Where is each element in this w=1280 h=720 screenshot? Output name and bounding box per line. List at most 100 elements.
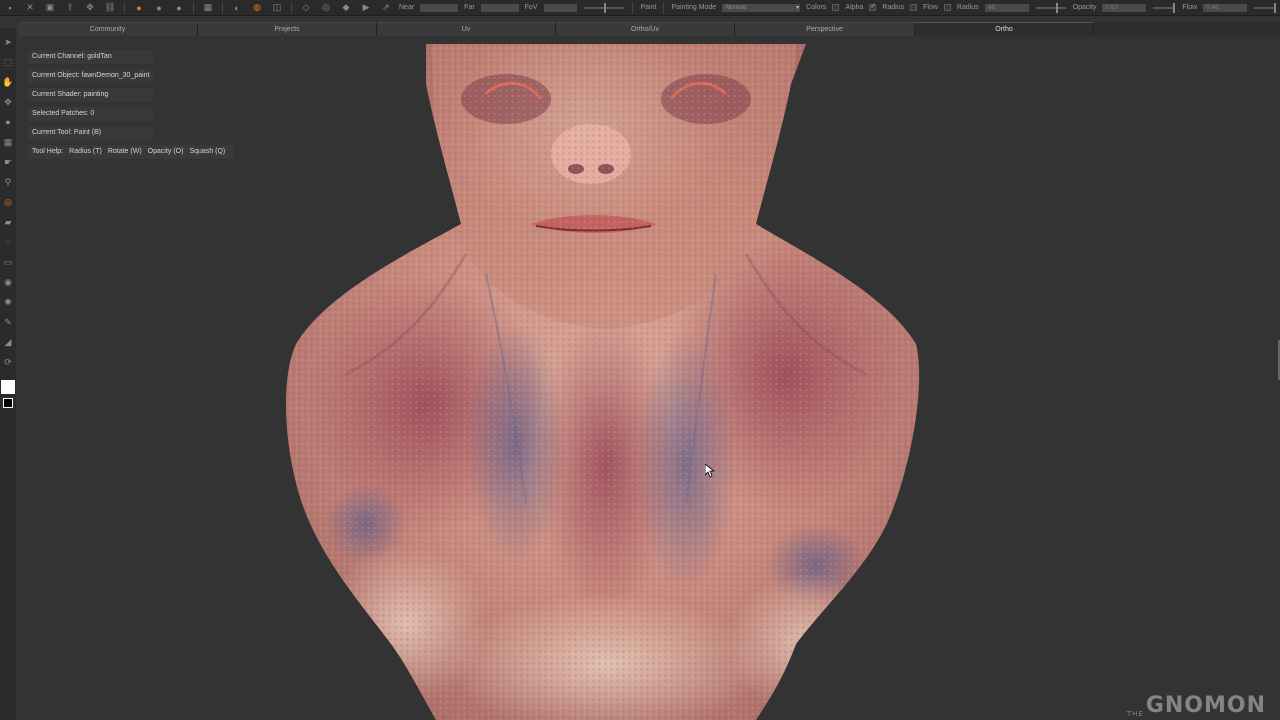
far-label: Far xyxy=(464,4,475,11)
far-field[interactable] xyxy=(479,2,520,13)
paint-label: Paint xyxy=(640,4,657,11)
help-opacity: Opacity (O) xyxy=(147,148,184,155)
toolbar-divider xyxy=(291,1,292,14)
pan-icon[interactable]: ✋ xyxy=(1,75,15,89)
toolbar-divider xyxy=(222,1,223,14)
flow-value-label: Flow xyxy=(1182,4,1198,11)
mouse-cursor-icon xyxy=(705,464,715,478)
blur-icon[interactable]: ✺ xyxy=(1,295,15,309)
mari-window: ▪ ✕ ▣ ⇪ ✥ ⛓ ● ● ● ▦ ◐ ◍ ◫ ◇ ◎ ◆ ▶ ⇗ Near… xyxy=(0,0,1280,720)
export-icon[interactable]: ⇪ xyxy=(63,2,77,14)
colors-label: Colors xyxy=(806,4,827,11)
fov-label: FoV xyxy=(524,4,538,11)
close-file-icon[interactable]: ✕ xyxy=(23,2,37,14)
painting-mode-dropdown[interactable]: Normal ▾ xyxy=(721,2,802,13)
selected-patches-readout: Selected Patches: 0 xyxy=(28,107,153,121)
shaded-sphere-icon[interactable]: ● xyxy=(152,2,166,14)
smear-icon[interactable]: ☛ xyxy=(1,155,15,169)
play-icon[interactable]: ▶ xyxy=(359,2,373,14)
cube-icon[interactable]: ◇ xyxy=(299,2,313,14)
current-shader-readout: Current Shader: painting xyxy=(28,88,153,102)
toolbar-divider xyxy=(124,1,125,14)
current-channel-readout: Current Channel: goldTan xyxy=(28,50,153,64)
help-squash: Squash (Q) xyxy=(189,148,226,155)
move-icon[interactable]: ✥ xyxy=(83,2,97,14)
lasso-icon[interactable]: ◐ xyxy=(230,2,244,14)
tab-uv[interactable]: Uv xyxy=(377,22,556,36)
brush-sphere-icon[interactable]: ● xyxy=(132,2,146,14)
radius-slider[interactable] xyxy=(1035,2,1066,13)
help-rotate: Rotate (W) xyxy=(107,148,142,155)
transform-icon[interactable]: ⬚ xyxy=(1,55,15,69)
stamp-icon[interactable]: ◉ xyxy=(1,275,15,289)
toolbar-divider xyxy=(193,1,194,14)
camera-icon[interactable]: ◎ xyxy=(319,2,333,14)
fill-icon[interactable]: ◢ xyxy=(1,335,15,349)
current-tool-readout: Current Tool: Paint (B) xyxy=(28,126,153,140)
ortho-viewport[interactable]: Current Channel: goldTan Current Object:… xyxy=(18,36,1280,720)
near-field[interactable] xyxy=(419,2,460,13)
target-icon[interactable]: ◎ xyxy=(1,195,15,209)
gradient-icon[interactable]: ▭ xyxy=(1,255,15,269)
tab-ortho-uv[interactable]: Ortho/Uv xyxy=(556,22,735,36)
pin-icon[interactable]: ⚲ xyxy=(1,175,15,189)
fov-slider[interactable] xyxy=(584,2,625,13)
projector-icon[interactable]: ⇗ xyxy=(379,2,393,14)
radius-label: Radius xyxy=(882,4,905,11)
opacity-field[interactable]: 0.63 xyxy=(1101,2,1148,13)
radius-field[interactable]: 66 xyxy=(983,2,1030,13)
select-icon[interactable]: ➤ xyxy=(1,35,15,49)
toolbar-divider xyxy=(632,1,634,14)
light-sphere-icon[interactable]: ● xyxy=(172,2,186,14)
near-label: Near xyxy=(399,4,415,11)
gnomon-watermark: THEGNOMON xyxy=(1127,693,1266,718)
watermark-text: GNOMON xyxy=(1145,693,1266,718)
help-radius: Radius (T) xyxy=(69,148,102,155)
flow-field[interactable]: 0.46 xyxy=(1202,2,1249,13)
chevron-down-icon: ▾ xyxy=(796,4,800,11)
snapshot-icon[interactable]: ▦ xyxy=(201,2,215,14)
paint-buffer-icon[interactable]: ◍ xyxy=(250,2,264,14)
colors-checkbox[interactable] xyxy=(832,4,840,11)
tools-toolbar: ➤ ⬚ ✋ ✥ ● ▦ ☛ ⚲ ◎ ▰ ◌ ▭ ◉ ✺ ✎ ◢ ⟳ xyxy=(0,28,16,720)
paint-icon[interactable]: ● xyxy=(1,115,15,129)
radius-checkbox[interactable] xyxy=(910,4,918,11)
view-tab-bar: Community Projects Uv Ortho/Uv Perspecti… xyxy=(18,22,1280,36)
tab-projects[interactable]: Projects xyxy=(198,22,377,36)
tab-ortho[interactable]: Ortho xyxy=(915,22,1094,36)
tool-help-readout: Tool Help: Radius (T) Rotate (W) Opacity… xyxy=(28,145,236,159)
link-icon[interactable]: ⛓ xyxy=(103,2,117,14)
background-color-swatch[interactable] xyxy=(3,398,13,408)
radius-value-label: Radius xyxy=(956,4,979,11)
render-icon[interactable]: ◆ xyxy=(339,2,353,14)
painting-mode-label: Painting Mode xyxy=(671,4,717,11)
opacity-label: Opacity xyxy=(1072,4,1097,11)
mask-icon[interactable]: ◫ xyxy=(270,2,284,14)
flow-slider[interactable] xyxy=(1254,2,1277,13)
flow-label: Flow xyxy=(923,4,938,11)
painting-mode-value: Normal xyxy=(725,3,747,11)
watermark-prefix: THE xyxy=(1126,710,1144,718)
tab-community[interactable]: Community xyxy=(18,22,198,36)
move-icon[interactable]: ✥ xyxy=(1,95,15,109)
new-file-icon[interactable]: ▪ xyxy=(3,2,17,14)
fov-field[interactable] xyxy=(542,2,579,13)
opacity-slider[interactable] xyxy=(1153,2,1176,13)
tab-perspective[interactable]: Perspective xyxy=(735,22,915,36)
eraser-icon[interactable]: ▰ xyxy=(1,215,15,229)
refresh-icon[interactable]: ⟳ xyxy=(1,355,15,369)
foreground-color-swatch[interactable] xyxy=(1,380,15,394)
save-icon[interactable]: ▣ xyxy=(43,2,57,14)
toolbar-divider xyxy=(663,1,665,14)
eyedropper-icon[interactable]: ✎ xyxy=(1,315,15,329)
viewport-hud: Current Channel: goldTan Current Object:… xyxy=(28,50,236,159)
tool-help-label: Tool Help: xyxy=(32,148,64,155)
grid-icon[interactable]: ▦ xyxy=(1,135,15,149)
current-object-readout: Current Object: fawnDemon_30_paint xyxy=(28,69,153,83)
top-toolbar: ▪ ✕ ▣ ⇪ ✥ ⛓ ● ● ● ▦ ◐ ◍ ◫ ◇ ◎ ◆ ▶ ⇗ Near… xyxy=(0,0,1280,16)
clone-icon[interactable]: ◌ xyxy=(1,235,15,249)
demon-bust-model[interactable] xyxy=(286,44,926,720)
flow-checkbox[interactable] xyxy=(943,4,951,11)
alpha-label: Alpha xyxy=(845,4,864,11)
alpha-checkbox[interactable]: ✓ xyxy=(869,4,877,11)
